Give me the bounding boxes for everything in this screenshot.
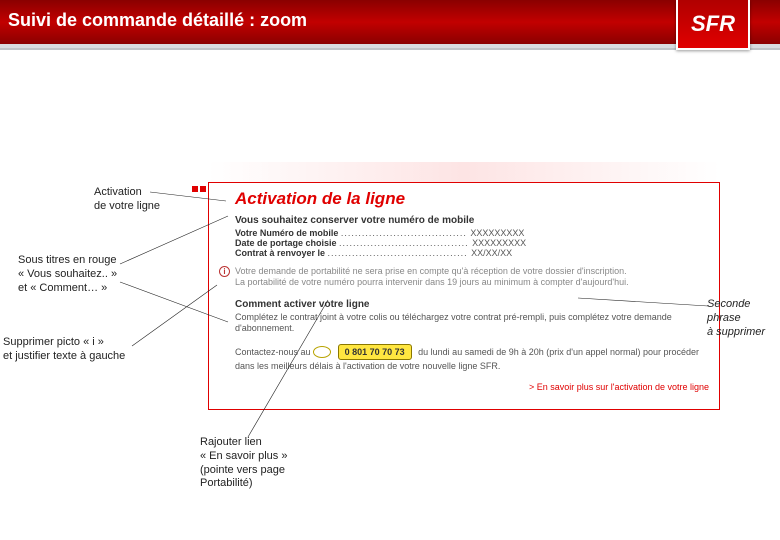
contact-pre: Contactez-nous au <box>235 347 311 357</box>
gradient-strip <box>208 162 720 182</box>
row-label: Date de portage choisie <box>235 238 337 248</box>
page-title: Suivi de commande détaillé : zoom <box>8 10 307 31</box>
row-label: Contrat à renvoyer le <box>235 248 325 258</box>
annotation-supprimer-picto: Supprimer picto « i »et justifier texte … <box>3 336 125 364</box>
header-underline <box>0 44 780 50</box>
learn-more-link[interactable]: > En savoir plus sur l'activation de vot… <box>235 382 709 392</box>
row-value: XXXXXXXXX <box>470 228 524 238</box>
phone-highlight-ring-icon <box>313 346 331 358</box>
phone-badge: 0 801 70 70 73 <box>338 344 412 360</box>
info-icon: i <box>219 266 230 277</box>
row-mobile-number: Votre Numéro de mobile .................… <box>235 228 709 238</box>
activate-instruction: Complétez le contrat joint à votre colis… <box>235 312 709 335</box>
info-line-1: Votre demande de portabilité ne sera pri… <box>235 266 627 276</box>
annotation-activation: Activationde votre ligne <box>94 186 160 214</box>
info-block: i Votre demande de portabilité ne sera p… <box>235 266 709 289</box>
dots: ..................................... <box>339 238 472 248</box>
contact-line: Contactez-nous au 0 801 70 70 73 du lund… <box>235 344 709 372</box>
sfr-logo: SFR <box>676 0 750 50</box>
panel-subtitle-1: Vous souhaitez conserver votre numéro de… <box>235 215 709 226</box>
panel-subtitle-2: Comment activer votre ligne <box>235 299 709 310</box>
activation-panel: Activation de la ligne Vous souhaitez co… <box>208 182 720 410</box>
row-value: XXXXXXXXX <box>472 238 526 248</box>
dots: ........................................ <box>328 248 472 258</box>
dots: .................................... <box>341 228 471 238</box>
annotation-rajouter-lien: Rajouter lien« En savoir plus »(pointe v… <box>200 436 287 491</box>
annotation-seconde-phrase: Seconde phraseà supprimer <box>707 298 779 339</box>
row-contract-date: Contrat à renvoyer le ..................… <box>235 248 709 258</box>
row-label: Votre Numéro de mobile <box>235 228 338 238</box>
row-value: XX/XX/XX <box>471 248 512 258</box>
info-line-2: La portabilité de votre numéro pourra in… <box>235 277 629 287</box>
row-portage-date: Date de portage choisie ................… <box>235 238 709 248</box>
annotation-sous-titres: Sous titres en rouge« Vous souhaitez.. »… <box>18 254 117 295</box>
panel-title: Activation de la ligne <box>235 189 709 209</box>
